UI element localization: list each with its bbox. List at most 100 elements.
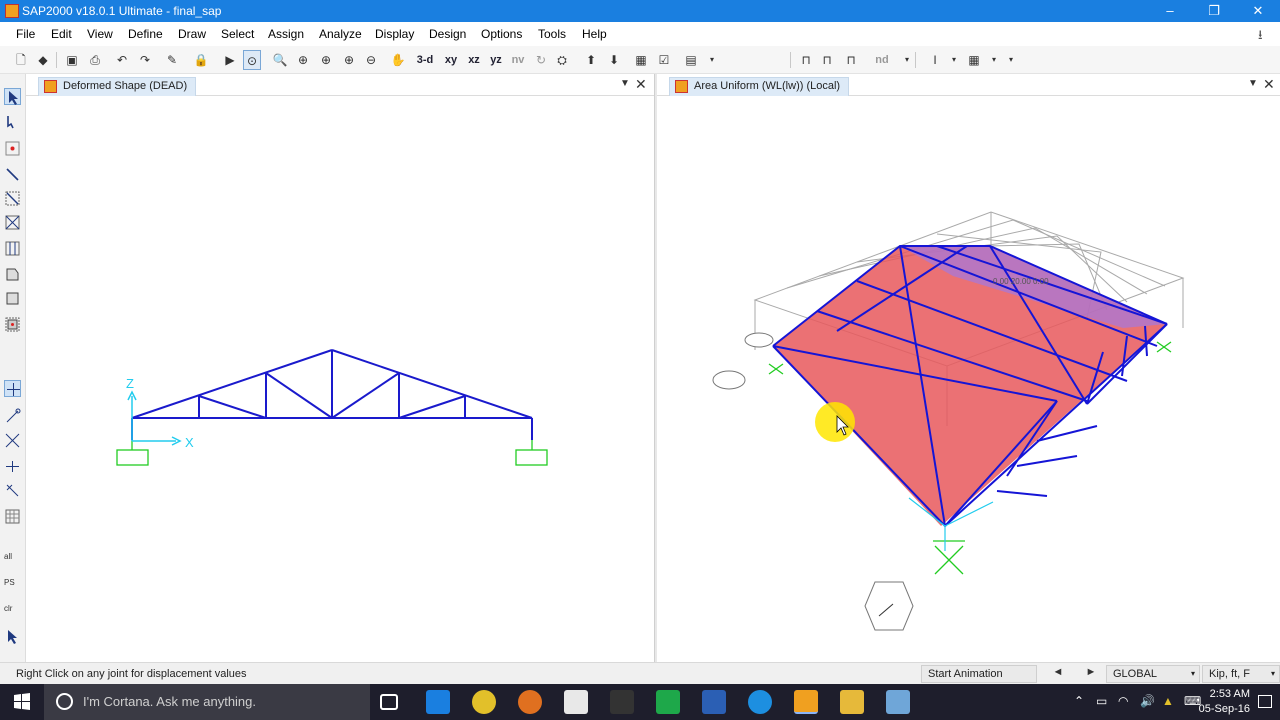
assign-menu-icon[interactable]: ▤: [682, 50, 700, 70]
task-view-icon[interactable]: [380, 694, 398, 710]
menu-draw[interactable]: Draw: [178, 27, 206, 41]
move-down-icon[interactable]: ⬇: [605, 50, 623, 70]
zoom-window-icon[interactable]: 🔍: [271, 50, 289, 70]
panel-close-icon[interactable]: ✕: [1263, 76, 1275, 93]
view-3d-button[interactable]: 3-d: [416, 50, 434, 70]
notification-center-icon[interactable]: [1258, 695, 1272, 708]
menu-define[interactable]: Define: [128, 27, 163, 41]
dropdown-arrow-icon[interactable]: ▾: [945, 50, 963, 70]
move-up-icon[interactable]: ⬆: [582, 50, 600, 70]
lock-icon[interactable]: 🔒: [192, 50, 210, 70]
tab-deformed-shape[interactable]: Deformed Shape (DEAD): [38, 77, 197, 96]
deformed-shape-canvas[interactable]: Z X: [26, 96, 654, 662]
file-explorer-icon[interactable]: [840, 690, 864, 714]
clear-select-icon[interactable]: clr: [4, 604, 21, 621]
select-all-icon[interactable]: all: [4, 552, 21, 569]
draw-frame-icon[interactable]: [4, 166, 21, 183]
print-icon[interactable]: ⎙: [86, 50, 104, 70]
quick-frame-icon[interactable]: [4, 190, 21, 207]
toolbar-overflow-icon[interactable]: ▾: [1002, 50, 1020, 70]
coord-system-select[interactable]: GLOBAL ▾: [1106, 665, 1200, 683]
wifi-icon[interactable]: ◠: [1118, 694, 1128, 708]
perspective-icon[interactable]: ⛭: [553, 50, 571, 70]
next-button[interactable]: ►: [1082, 666, 1100, 682]
zoom-in-icon[interactable]: ⊕: [340, 50, 358, 70]
firefox-icon[interactable]: [518, 690, 542, 714]
restore-button[interactable]: ❐: [1192, 0, 1236, 22]
run-now-icon[interactable]: ⊙: [243, 50, 261, 70]
sap2000-taskbar-icon[interactable]: [794, 690, 818, 714]
menu-view[interactable]: View: [87, 27, 113, 41]
window-app-icon[interactable]: [886, 690, 910, 714]
download-icon[interactable]: ⭳: [1258, 26, 1272, 42]
menu-analyze[interactable]: Analyze: [319, 27, 362, 41]
new-model-icon[interactable]: 🗋: [12, 50, 30, 70]
chrome-icon[interactable]: [472, 690, 496, 714]
snap-grid-icon[interactable]: [4, 508, 21, 525]
cortana-search-box[interactable]: I'm Cortana. Ask me anything.: [44, 684, 370, 720]
menu-edit[interactable]: Edit: [51, 27, 72, 41]
menu-select[interactable]: Select: [221, 27, 254, 41]
battery-icon[interactable]: ▭: [1096, 694, 1107, 708]
draw-joint-icon[interactable]: [4, 140, 21, 157]
refresh-icon[interactable]: ✎: [163, 50, 181, 70]
close-button[interactable]: ✕: [1236, 0, 1280, 22]
draw-rect-area-icon[interactable]: [4, 290, 21, 307]
snap-joints-icon[interactable]: [4, 380, 21, 397]
pointer-icon[interactable]: [4, 88, 21, 105]
generic-app-icon[interactable]: [656, 690, 680, 714]
bird-app-icon[interactable]: [610, 690, 634, 714]
tab-area-uniform[interactable]: Area Uniform (WL(lw)) (Local): [669, 77, 850, 96]
start-animation-button[interactable]: Start Animation: [921, 665, 1037, 683]
quick-area-icon[interactable]: [4, 316, 21, 333]
menu-options[interactable]: Options: [481, 27, 522, 41]
menu-file[interactable]: File: [16, 27, 35, 41]
panel-menu-icon[interactable]: ▼: [620, 78, 630, 89]
draw-secondary-icon[interactable]: [4, 240, 21, 257]
panel-menu-icon[interactable]: ▼: [1248, 78, 1258, 89]
view-nv-button[interactable]: nv: [509, 50, 527, 70]
section-designer-icon[interactable]: I: [926, 50, 944, 70]
menu-design[interactable]: Design: [429, 27, 466, 41]
view-xz-button[interactable]: xz: [465, 50, 483, 70]
rotate-icon[interactable]: ↻: [532, 50, 550, 70]
share-app-icon[interactable]: [748, 690, 772, 714]
edge-browser-icon[interactable]: [426, 690, 450, 714]
object-shrink-icon[interactable]: ▦: [632, 50, 650, 70]
view-xy-button[interactable]: xy: [442, 50, 460, 70]
reshape-icon[interactable]: [4, 114, 21, 131]
dropdown-arrow-icon[interactable]: ▾: [985, 50, 1003, 70]
area-sections-icon[interactable]: ▦: [965, 50, 983, 70]
windows-start-button[interactable]: [0, 684, 44, 720]
dropdown-arrow-icon[interactable]: ▾: [898, 50, 916, 70]
taskbar-clock[interactable]: 2:53 AM 05-Sep-16: [1199, 687, 1250, 717]
previous-select-icon[interactable]: PS: [4, 578, 21, 595]
menu-assign[interactable]: Assign: [268, 27, 304, 41]
word-icon[interactable]: [702, 690, 726, 714]
units-select[interactable]: Kip, ft, F ▾: [1202, 665, 1280, 683]
nd-button[interactable]: nd: [873, 50, 891, 70]
view-yz-button[interactable]: yz: [487, 50, 505, 70]
redo-icon[interactable]: ↷: [136, 50, 154, 70]
draw-special-icon[interactable]: ⊓: [842, 50, 860, 70]
draw-brace-icon[interactable]: [4, 214, 21, 231]
dropdown-arrow-icon[interactable]: ▾: [703, 50, 721, 70]
menu-help[interactable]: Help: [582, 27, 607, 41]
panel-close-icon[interactable]: ✕: [635, 76, 647, 93]
draw-poly-area-icon[interactable]: [4, 266, 21, 283]
set-display-options-icon[interactable]: ☑: [655, 50, 673, 70]
save-icon[interactable]: ▣: [63, 50, 81, 70]
open-model-icon[interactable]: ◆: [34, 50, 52, 70]
minimize-button[interactable]: –: [1148, 0, 1192, 22]
snap-ends-icon[interactable]: [4, 408, 21, 425]
zoom-out-icon[interactable]: ⊖: [362, 50, 380, 70]
cloud-drive-icon[interactable]: ▲: [1162, 694, 1174, 708]
tray-expand-icon[interactable]: ⌃: [1074, 694, 1084, 708]
draw-bracket-icon[interactable]: ⊓: [818, 50, 836, 70]
get-previous-icon[interactable]: [4, 628, 21, 645]
draw-frame-toolbar-icon[interactable]: ⊓: [797, 50, 815, 70]
book-app-icon[interactable]: [564, 690, 588, 714]
area-load-canvas[interactable]: 0.00 20.00 0.00: [657, 96, 1280, 662]
snap-perpendicular-icon[interactable]: [4, 458, 21, 475]
zoom-restore-icon[interactable]: ⊕: [294, 50, 312, 70]
